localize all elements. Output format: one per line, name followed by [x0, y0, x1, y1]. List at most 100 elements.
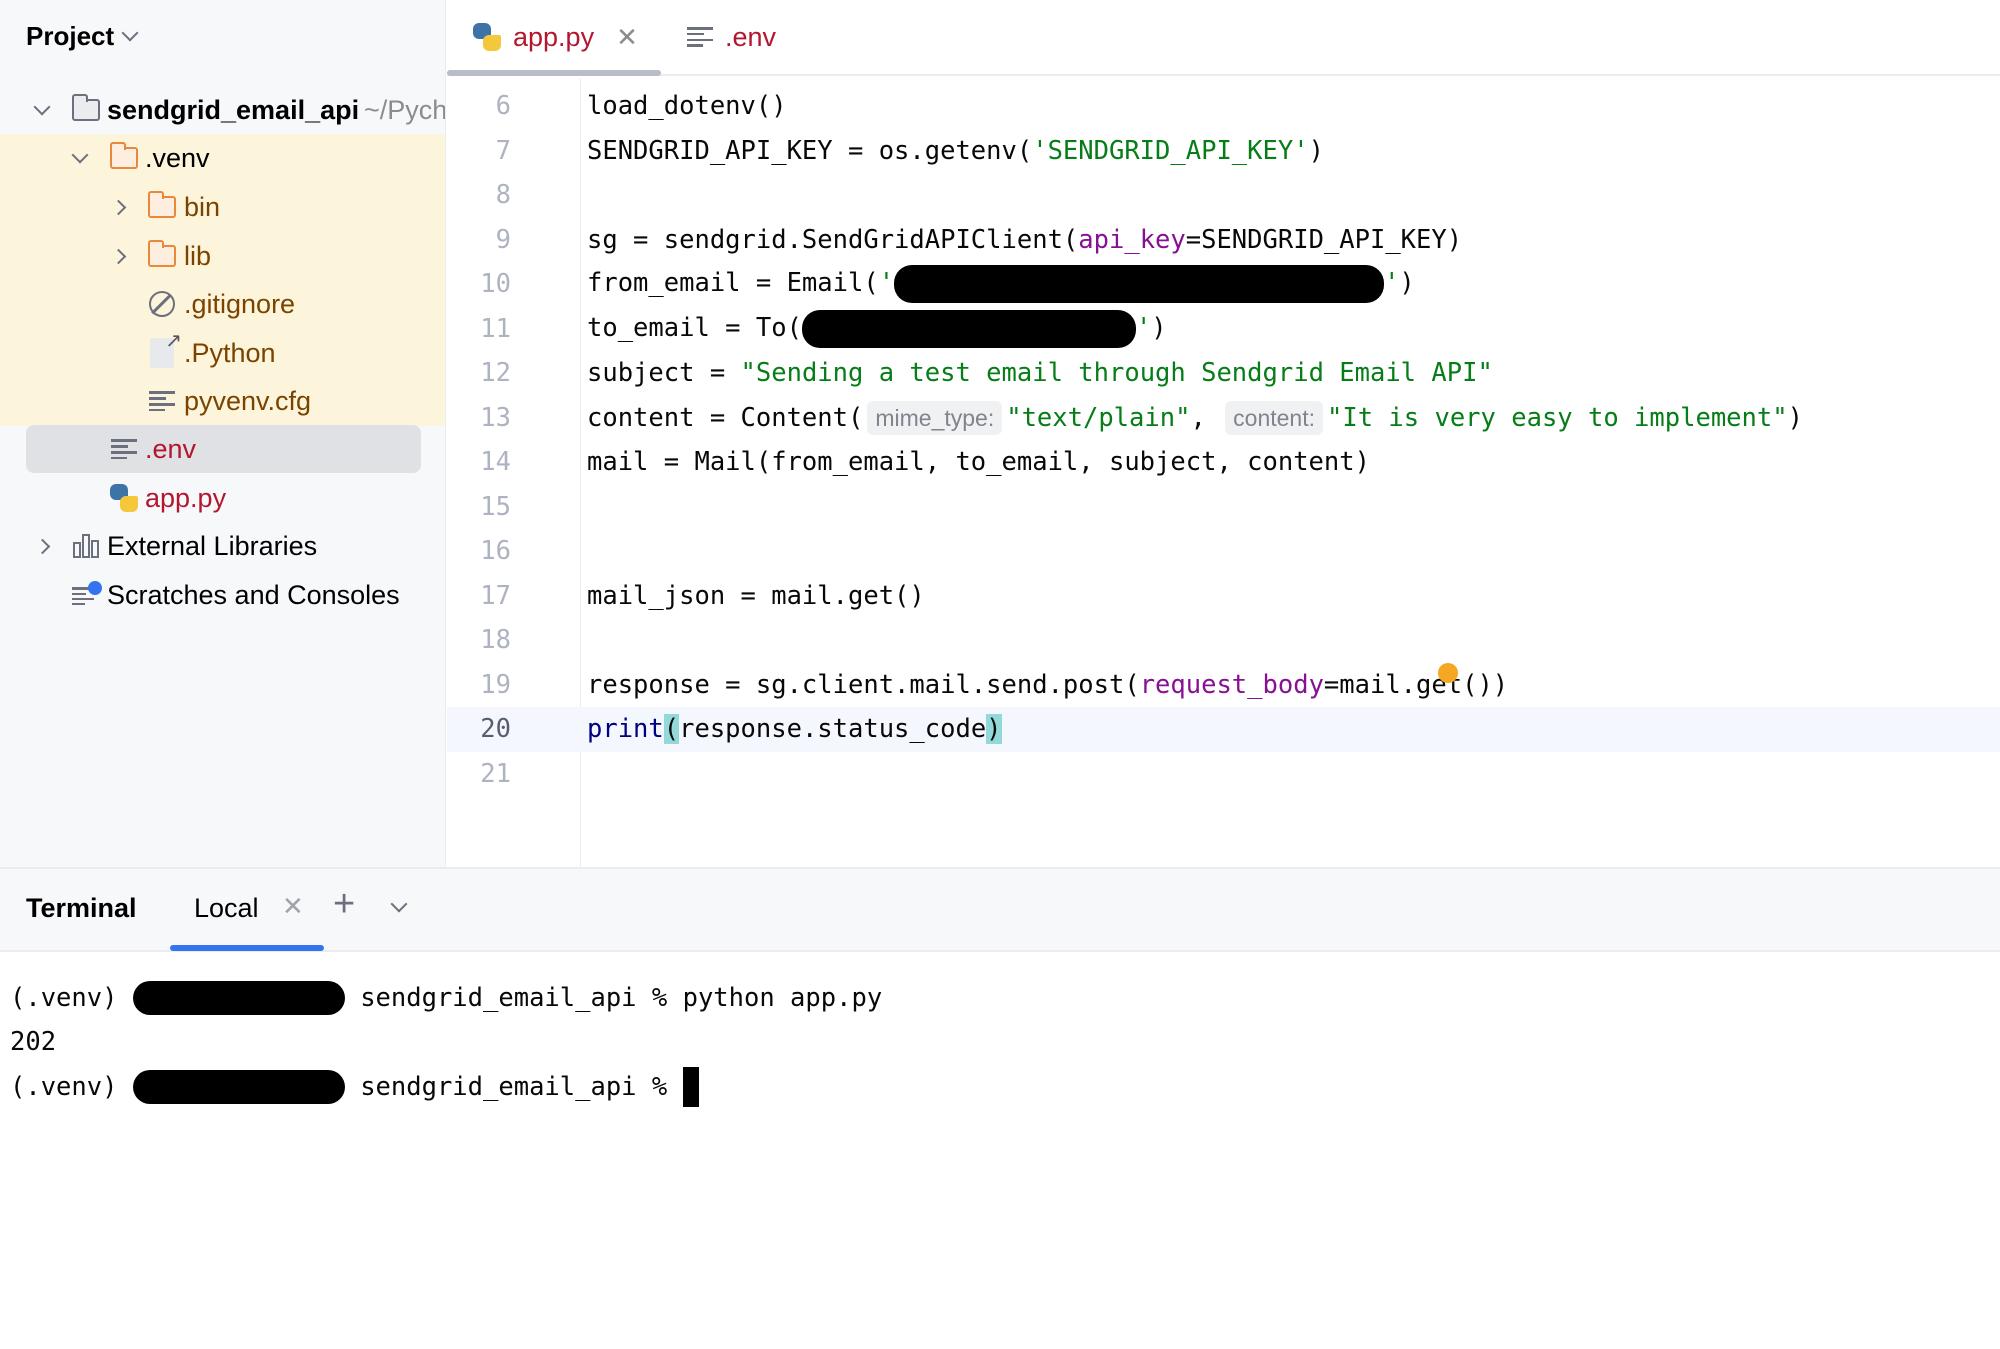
- ignored-file-icon: [146, 289, 178, 319]
- terminal-line[interactable]: (.venv) sendgrid_email_api %: [10, 1065, 699, 1109]
- tree-item-label: app.py: [145, 482, 227, 513]
- code-line[interactable]: 8: [447, 173, 2000, 218]
- terminal-tab-local[interactable]: Local: [194, 893, 259, 924]
- tree-item-label: .env: [145, 433, 197, 464]
- project-title: Project: [26, 20, 115, 51]
- tab-label: app.py: [513, 21, 595, 52]
- terminal-title: Terminal: [26, 893, 137, 923]
- tree-item-pyvenv-cfg[interactable]: pyvenv.cfg: [0, 377, 445, 426]
- terminal-panel: Terminal Local ✕ + (.venv) sendgrid_emai…: [0, 867, 2000, 1349]
- active-tab-indicator: [447, 70, 661, 76]
- tab-label: .env: [725, 21, 777, 52]
- code-line[interactable]: 14 mail = Mail(from_email, to_email, sub…: [447, 440, 2000, 485]
- code-line[interactable]: 10 from_email = Email(' '): [447, 262, 2000, 307]
- terminal-line[interactable]: (.venv) sendgrid_email_api % python app.…: [10, 976, 882, 1020]
- tree-item-label: pyvenv.cfg: [184, 385, 312, 416]
- tree-item-scratches[interactable]: Scratches and Consoles: [0, 571, 445, 620]
- parameter-hint: content:: [1225, 401, 1324, 436]
- code-text: mail = Mail(from_email, to_email, subjec…: [587, 447, 1370, 478]
- tab-env[interactable]: .env: [687, 0, 776, 74]
- code-line-current[interactable]: 20 print(response.status_code): [447, 707, 2000, 752]
- code-text: SENDGRID_API_KEY = os.getenv('SENDGRID_A…: [587, 136, 1324, 167]
- line-number: 7: [495, 136, 511, 167]
- tree-item-path: ~/Pych: [364, 94, 446, 125]
- editor-tab-bar: app.py ✕ .env: [447, 0, 2000, 76]
- terminal-line[interactable]: 202: [10, 1020, 56, 1064]
- close-icon[interactable]: ✕: [616, 22, 638, 53]
- code-line[interactable]: 17 mail_json = mail.get(): [447, 574, 2000, 619]
- project-view-selector[interactable]: Project: [26, 18, 139, 54]
- tree-item-python-alias[interactable]: .Python: [0, 328, 445, 378]
- code-line[interactable]: 15: [447, 485, 2000, 530]
- tree-item-external-libraries[interactable]: External Libraries: [0, 522, 445, 571]
- tree-item-label: Scratches and Consoles: [107, 579, 400, 610]
- chevron-right-icon[interactable]: [108, 246, 128, 266]
- python-file-icon: [108, 483, 140, 513]
- tree-item-bin[interactable]: bin: [0, 183, 445, 232]
- code-line[interactable]: 11 to_email = To('): [447, 307, 2000, 352]
- tree-item-label: bin: [184, 191, 221, 222]
- chevron-right-icon[interactable]: [32, 536, 52, 556]
- folder-icon: [146, 191, 178, 222]
- code-line[interactable]: 12 subject = "Sending a test email throu…: [447, 351, 2000, 396]
- tree-item-label: External Libraries: [107, 530, 318, 561]
- plus-icon[interactable]: +: [333, 883, 355, 926]
- tree-item-app-py[interactable]: app.py: [0, 474, 445, 523]
- tab-app-py[interactable]: app.py ✕: [473, 0, 638, 74]
- code-line[interactable]: 19 response = sg.client.mail.send.post(r…: [447, 663, 2000, 708]
- redacted-username: [132, 981, 345, 1015]
- line-number: 13: [480, 403, 511, 434]
- chevron-down-icon: [121, 24, 139, 42]
- code-line[interactable]: 7 SENDGRID_API_KEY = os.getenv('SENDGRID…: [447, 129, 2000, 174]
- folder-icon: [146, 240, 178, 271]
- code-line[interactable]: 6 load_dotenv(): [447, 84, 2000, 129]
- alias-file-icon: [146, 328, 182, 369]
- line-number: 10: [480, 269, 511, 300]
- code-line[interactable]: 21: [447, 752, 2000, 797]
- scratches-icon: [70, 580, 102, 610]
- chevron-down-icon[interactable]: [32, 98, 52, 120]
- chevron-right-icon[interactable]: [108, 197, 128, 217]
- line-number: 19: [480, 670, 511, 701]
- tree-item-venv[interactable]: .venv: [0, 134, 445, 183]
- text-file-icon: [687, 27, 713, 47]
- matched-brace: (: [663, 714, 680, 745]
- tree-item-lib[interactable]: lib: [0, 232, 445, 281]
- tree-item-label: .Python: [184, 337, 276, 368]
- code-line[interactable]: 13 content = Content(mime_type: "text/pla…: [447, 396, 2000, 441]
- line-number: 18: [480, 625, 511, 656]
- redacted-username: [132, 1070, 345, 1104]
- line-number: 20: [480, 714, 511, 745]
- line-number: 14: [480, 447, 511, 478]
- line-number: 15: [480, 492, 511, 523]
- line-number: 12: [480, 358, 511, 389]
- line-number: 21: [480, 759, 511, 790]
- tree-item-label: lib: [184, 240, 212, 271]
- line-number: 6: [495, 91, 511, 122]
- code-line[interactable]: 18: [447, 618, 2000, 663]
- tree-item-project-root[interactable]: sendgrid_email_api ~/Pych: [0, 86, 446, 135]
- folder-icon: [108, 142, 140, 173]
- code-text: print(response.status_code): [587, 714, 1002, 745]
- line-number: 11: [480, 314, 511, 345]
- code-line[interactable]: 16: [447, 529, 2000, 574]
- text-file-icon: [108, 434, 140, 464]
- redacted-email: [894, 265, 1385, 304]
- warning-indicator-icon[interactable]: [1438, 663, 1458, 683]
- code-line[interactable]: 9 sg = sendgrid.SendGridAPIClient(api_ke…: [447, 218, 2000, 263]
- redacted-email: [801, 310, 1136, 349]
- active-tab-indicator: [170, 945, 324, 951]
- chevron-down-icon[interactable]: [390, 895, 408, 915]
- tree-item-label: sendgrid_email_api: [107, 94, 360, 125]
- tree-item-label: .venv: [145, 142, 210, 173]
- external-libraries-icon: [70, 531, 102, 561]
- code-text: load_dotenv(): [587, 91, 787, 122]
- close-icon[interactable]: ✕: [282, 891, 304, 922]
- tree-item-gitignore[interactable]: .gitignore: [0, 280, 445, 329]
- line-number: 17: [480, 581, 511, 612]
- code-text: to_email = To('): [587, 310, 1167, 349]
- chevron-down-icon[interactable]: [70, 146, 90, 168]
- code-text: sg = sendgrid.SendGridAPIClient(api_key=…: [587, 225, 1463, 256]
- tree-item-env[interactable]: .env: [0, 425, 445, 474]
- code-editor[interactable]: 6 load_dotenv() 7 SENDGRID_API_KEY = os.…: [447, 78, 2000, 867]
